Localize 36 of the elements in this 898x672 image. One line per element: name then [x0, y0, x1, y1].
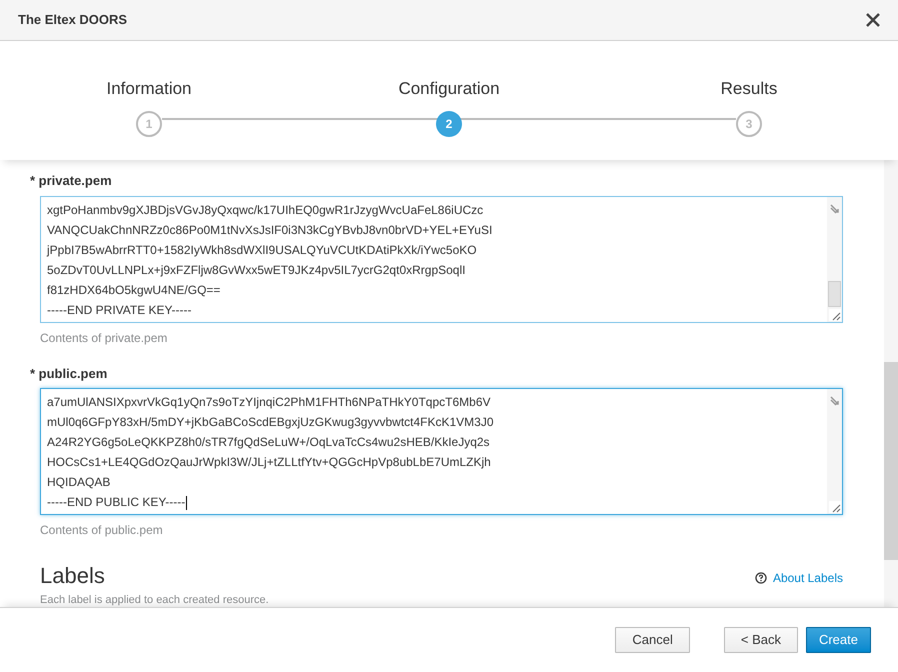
- step-label: Results: [720, 78, 778, 100]
- field-label: * public.pem: [30, 364, 108, 383]
- key-text-line: -----END PUBLIC KEY-----: [47, 494, 188, 512]
- window-title: The Eltex DOORS: [18, 11, 128, 30]
- create-button[interactable]: Create: [806, 627, 871, 653]
- text-area[interactable]: [40, 388, 843, 515]
- key-text-line: HQIDAQAB: [47, 474, 112, 491]
- key-text-line: a7umUlANSIXpxvrVkGq1yQn7s9oTzYIjnqiC2PhM1FHTh6NPaTHkY0TqpcT6Mb6V: [47, 394, 492, 411]
- key-text-line: f81zHDX64bO5kgwU4NE/GQ==: [47, 282, 222, 298]
- section-description: Each label is applied to each created resource.: [40, 593, 270, 607]
- help-icon: [754, 572, 767, 584]
- close-icon[interactable]: [866, 13, 880, 27]
- help-text: Contents of private.pem: [40, 330, 168, 346]
- key-text-line: xgtPoHanmbv9gXJBDjsVGvJ8yQxqwc/k17UIhEQ0gwR1rJzygWvcUaFeL86iUCzc: [47, 202, 484, 218]
- key-text-line: VANQCUakChnNRZz0c86Po0M1tNvXsJsIF0i3N3kCgYBvbJ8vn0brVD+YEL+EYuSI: [47, 222, 494, 238]
- key-text-line: A24R2YG6g5oLeQKKPZ8h0/sTR7fgQdSeLuW+/OqLvaTcCs4wu2sHEB/KkIeJyq2s: [47, 434, 491, 451]
- footer-button[interactable]: Cancel: [615, 627, 690, 653]
- key-text-line: jPpbI7B5wAbrrRTT0+1582IyWkh8sdWXlI9USALQYuVCUtKDAtiPkXk/iYwc5oKO: [47, 242, 478, 258]
- scrollbar-thumb[interactable]: [828, 280, 841, 306]
- field-label: * private.pem: [30, 172, 113, 190]
- footer-button[interactable]: < Back: [724, 627, 798, 653]
- collapse-icon[interactable]: [830, 204, 840, 214]
- resize-handle-icon[interactable]: [828, 501, 840, 513]
- step-label: Information: [106, 78, 192, 100]
- about-labels-link[interactable]: About Labels: [754, 569, 843, 587]
- key-text-line: mUl0q6GFpY83xH/5mDY+jKbGaBCoScdEBgxjUzGKwug3gyvvbwtct4FKcK1VM3J0: [47, 414, 495, 431]
- key-text-line: HOCsCs1+LE4QGdOzQauJrWpkI3W/JLj+tZLLtfYtv+QGGcHpVp8ubLbE7UmLZKjh: [47, 454, 492, 471]
- help-text: Contents of public.pem: [40, 522, 164, 539]
- resize-handle-icon[interactable]: [828, 308, 840, 320]
- collapse-icon[interactable]: [830, 396, 840, 406]
- key-text-line: 5oZDvT0UvLLNPLx+j9xFZFljw8GvWxx5wET9JKz4pv5IL7ycrG2qt0xRrgpSoqlI: [47, 262, 466, 278]
- scrollbar-thumb[interactable]: [884, 362, 898, 560]
- key-text-line: -----END PRIVATE KEY-----: [47, 302, 192, 318]
- section-title: Labels: [40, 565, 105, 587]
- text-area[interactable]: [40, 196, 843, 322]
- step-label: Configuration: [398, 78, 500, 100]
